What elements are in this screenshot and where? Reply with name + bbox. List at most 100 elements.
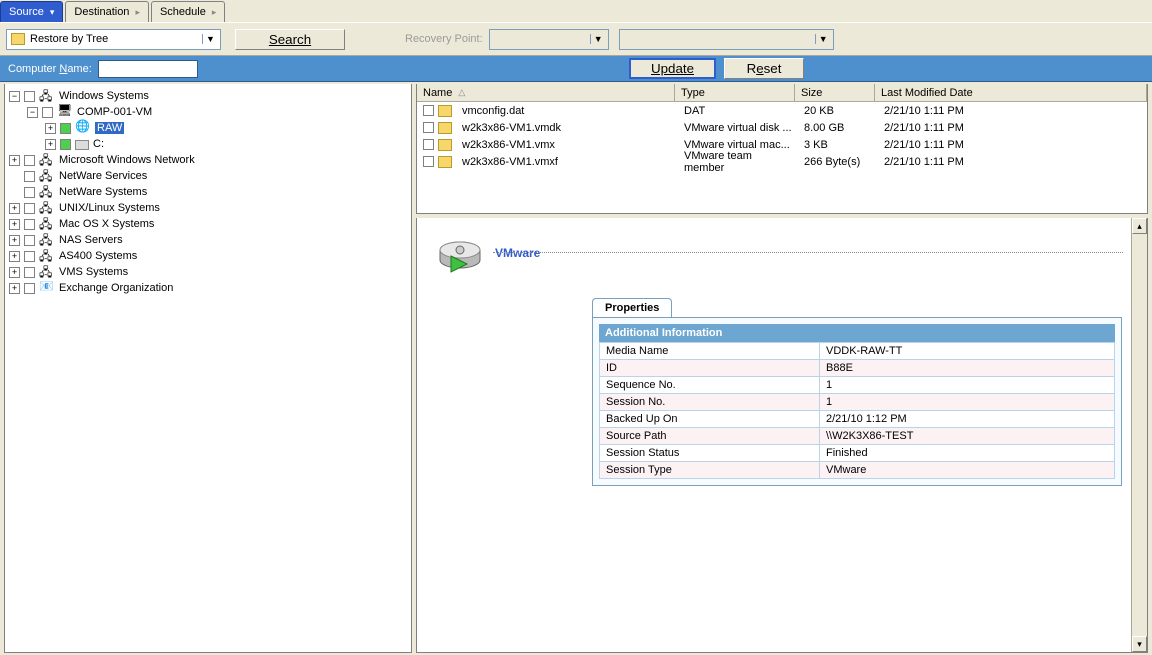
tree-label: NAS Servers (59, 234, 123, 246)
checkbox[interactable] (24, 203, 35, 214)
tree-node-raw[interactable]: + RAW (9, 120, 407, 136)
search-button[interactable]: Search (235, 29, 345, 50)
file-name: w2k3x86-VM1.vmdk (456, 122, 678, 134)
property-value: VMware (820, 462, 1115, 479)
checkbox[interactable] (24, 267, 35, 278)
disk-icon (75, 140, 89, 150)
vmware-icon (435, 228, 485, 278)
network-icon (39, 249, 55, 263)
file-modified: 2/21/10 1:11 PM (878, 139, 1147, 151)
expand-icon[interactable]: + (9, 251, 20, 262)
file-size: 3 KB (798, 139, 878, 151)
collapse-icon[interactable]: − (27, 107, 38, 118)
file-row[interactable]: vmconfig.datDAT20 KB2/21/10 1:11 PM (417, 102, 1147, 119)
recovery-date-combo[interactable]: ▼ (489, 29, 609, 50)
tree-node-windows-systems[interactable]: − Windows Systems (9, 88, 407, 104)
scroll-down-icon[interactable]: ▾ (1132, 636, 1147, 652)
file-name: w2k3x86-VM1.vmxf (456, 156, 678, 168)
tab-destination[interactable]: Destination ▸ (65, 1, 149, 22)
checkbox[interactable] (24, 251, 35, 262)
col-size[interactable]: Size (795, 84, 875, 101)
tree-node-c-drive[interactable]: + C: (9, 136, 407, 152)
tree-label: Windows Systems (59, 90, 149, 102)
tree-node-nas[interactable]: + NAS Servers (9, 232, 407, 248)
tree-node-unix-linux[interactable]: + UNIX/Linux Systems (9, 200, 407, 216)
tree-node-comp-001-vm[interactable]: − COMP-001-VM (9, 104, 407, 120)
tree-node-as400[interactable]: + AS400 Systems (9, 248, 407, 264)
tree-node-macosx[interactable]: + Mac OS X Systems (9, 216, 407, 232)
reset-button-label: Reset (747, 61, 782, 76)
checkbox[interactable] (24, 91, 35, 102)
vertical-scrollbar[interactable]: ▴ ▾ (1131, 218, 1147, 652)
col-name[interactable]: Name △ (417, 84, 675, 101)
file-size: 20 KB (798, 105, 878, 117)
property-row: Session StatusFinished (600, 445, 1115, 462)
recovery-session-combo[interactable]: ▼ (619, 29, 834, 50)
collapse-icon[interactable]: − (9, 91, 20, 102)
tree-node-exchange[interactable]: + Exchange Organization (9, 280, 407, 296)
tab-source-label: Source (9, 6, 44, 18)
tree-node-netware-services[interactable]: NetWare Services (9, 168, 407, 184)
checkbox[interactable] (24, 219, 35, 230)
expand-icon[interactable]: + (45, 123, 56, 134)
restore-mode-combo[interactable]: Restore by Tree ▼ (6, 29, 221, 50)
property-value: 1 (820, 394, 1115, 411)
expand-icon[interactable]: + (9, 203, 20, 214)
file-row[interactable]: w2k3x86-VM1.vmdkVMware virtual disk ...8… (417, 119, 1147, 136)
tree-label: Mac OS X Systems (59, 218, 154, 230)
file-row[interactable]: w2k3x86-VM1.vmxfVMware team member266 By… (417, 153, 1147, 170)
tab-source[interactable]: Source ▾ (0, 1, 63, 22)
expand-icon[interactable]: + (9, 283, 20, 294)
col-type[interactable]: Type (675, 84, 795, 101)
checkbox-checked[interactable] (60, 139, 71, 150)
properties-tab-label: Properties (605, 302, 659, 314)
checkbox[interactable] (24, 171, 35, 182)
tree-node-netware-systems[interactable]: NetWare Systems (9, 184, 407, 200)
divider (493, 252, 1123, 253)
checkbox[interactable] (42, 107, 53, 118)
chevron-down-icon: ▾ (50, 7, 55, 18)
tree-node-vms[interactable]: + VMS Systems (9, 264, 407, 280)
folder-icon (11, 33, 25, 45)
file-size: 8.00 GB (798, 122, 878, 134)
checkbox[interactable] (24, 187, 35, 198)
checkbox[interactable] (423, 105, 434, 116)
property-row: Backed Up On2/21/10 1:12 PM (600, 411, 1115, 428)
restore-mode-value: Restore by Tree (30, 33, 198, 45)
file-type: VMware team member (678, 150, 798, 174)
property-key: Backed Up On (600, 411, 820, 428)
col-modified[interactable]: Last Modified Date (875, 84, 1147, 101)
recovery-point-label: Recovery Point: (405, 33, 483, 45)
checkbox[interactable] (24, 155, 35, 166)
dropdown-arrow-icon: ▼ (590, 34, 606, 44)
expand-icon[interactable]: + (9, 235, 20, 246)
property-key: Session No. (600, 394, 820, 411)
property-row: Source Path\\W2K3X86-TEST (600, 428, 1115, 445)
checkbox[interactable] (423, 122, 434, 133)
update-button[interactable]: Update (629, 58, 716, 79)
expand-icon[interactable]: + (45, 139, 56, 150)
file-icon (438, 122, 452, 134)
properties-tab[interactable]: Properties (592, 298, 672, 317)
reset-button[interactable]: Reset (724, 58, 804, 79)
tree-label: UNIX/Linux Systems (59, 202, 160, 214)
network-icon (39, 217, 55, 231)
detail-title: VMware (495, 246, 540, 260)
expand-icon[interactable]: + (9, 267, 20, 278)
checkbox[interactable] (423, 139, 434, 150)
expand-icon[interactable]: + (9, 219, 20, 230)
checkbox-checked[interactable] (60, 123, 71, 134)
property-key: ID (600, 360, 820, 377)
expand-icon[interactable]: + (9, 155, 20, 166)
scroll-up-icon[interactable]: ▴ (1132, 218, 1147, 234)
network-icon (39, 265, 55, 279)
checkbox[interactable] (423, 156, 434, 167)
property-row: IDB88E (600, 360, 1115, 377)
property-value: 1 (820, 377, 1115, 394)
checkbox[interactable] (24, 283, 35, 294)
checkbox[interactable] (24, 235, 35, 246)
computer-icon (57, 105, 73, 119)
tree-node-ms-windows-network[interactable]: + Microsoft Windows Network (9, 152, 407, 168)
tab-schedule[interactable]: Schedule ▸ (151, 1, 225, 22)
computer-name-input[interactable] (98, 60, 198, 78)
